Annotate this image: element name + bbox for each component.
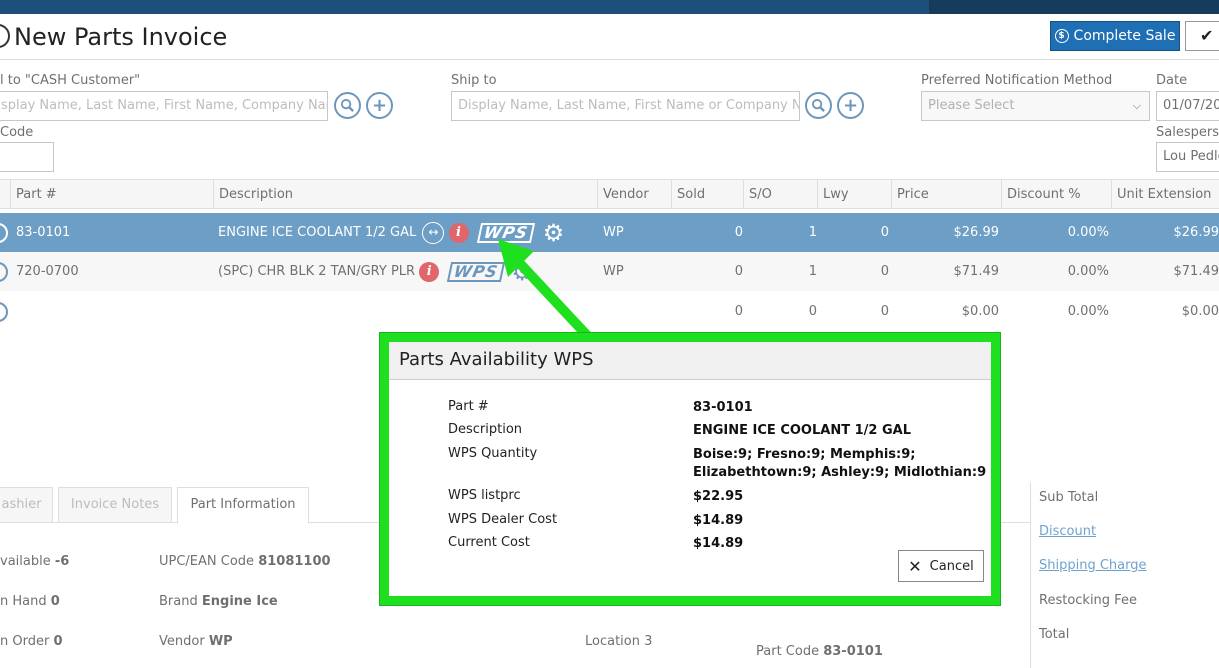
field-value: Boise:9; Fresno:9; Memphis:9;	[693, 447, 916, 462]
field-value-cont: Elizabethtown:9; Ashley:9; Midlothian:9	[693, 465, 987, 480]
dollar-icon: $	[1054, 29, 1069, 43]
title-bar: New Parts Invoice $ Complete Sale ✔	[0, 14, 1219, 60]
dialog-title: Parts Availability WPS	[389, 342, 991, 380]
cancel-label: Cancel	[929, 558, 974, 574]
cancel-button[interactable]: ✕ Cancel	[898, 550, 984, 582]
field-value: ENGINE ICE COOLANT 1/2 GAL	[693, 423, 911, 438]
field-value: 83-0101	[693, 400, 753, 415]
field-value: $22.95	[693, 489, 744, 504]
complete-sale-button[interactable]: $ Complete Sale	[1050, 21, 1180, 51]
top-bar	[0, 0, 1219, 14]
close-icon: ✕	[908, 556, 922, 576]
field-label: WPS Quantity	[448, 446, 538, 461]
back-icon[interactable]	[0, 24, 10, 48]
field-value: $14.89	[693, 536, 744, 551]
complete-sale-label: Complete Sale	[1073, 28, 1176, 44]
page-title: New Parts Invoice	[14, 23, 228, 51]
field-value: $14.89	[693, 513, 744, 528]
field-label: Part #	[448, 399, 489, 414]
field-label: Description	[448, 422, 523, 437]
parts-availability-dialog: Parts Availability WPS Part # 83-0101 De…	[380, 333, 1000, 605]
field-label: Current Cost	[448, 535, 530, 550]
confirm-button[interactable]: ✔	[1185, 21, 1219, 51]
field-label: WPS Dealer Cost	[448, 512, 558, 527]
field-label: WPS listprc	[448, 488, 521, 503]
top-bar-right	[929, 0, 1219, 14]
